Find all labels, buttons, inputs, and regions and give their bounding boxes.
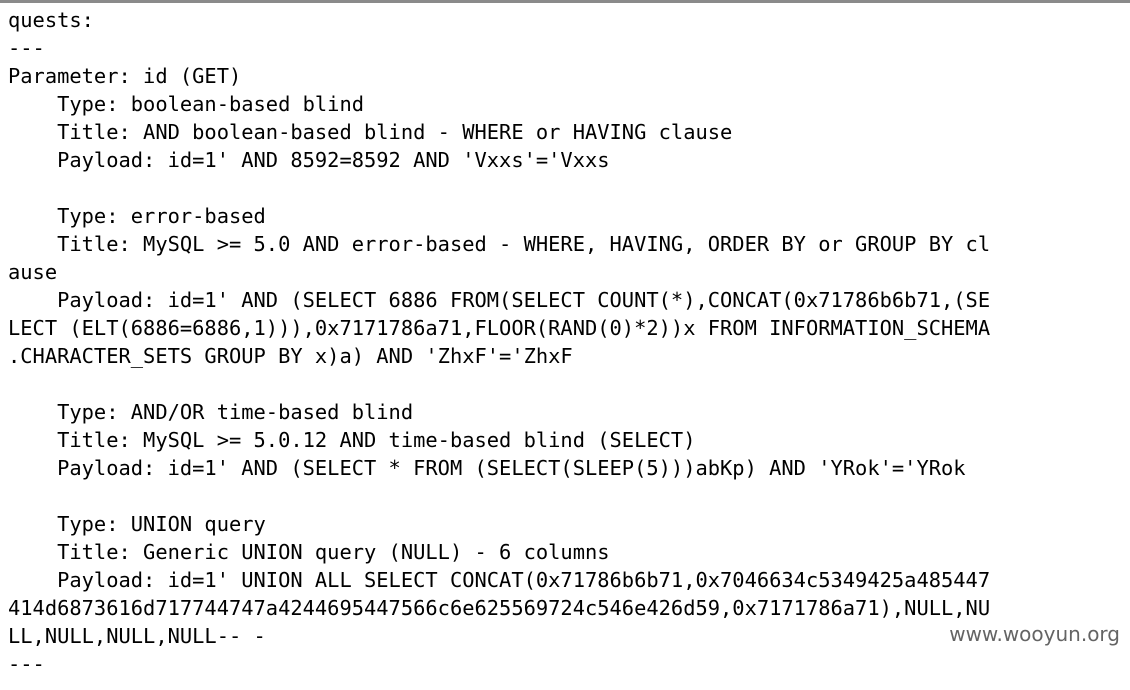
terminal-line: Title: Generic UNION query (NULL) - 6 co… — [8, 540, 610, 564]
terminal-line: LECT (ELT(6886=6886,1))),0x7171786a71,FL… — [8, 316, 991, 340]
terminal-line: 414d6873616d717744747a4244695447566c6e62… — [8, 596, 991, 620]
terminal-line: Payload: id=1' AND (SELECT 6886 FROM(SEL… — [8, 288, 991, 312]
watermark: www.wooyun.org — [949, 622, 1120, 646]
terminal-line: ause — [8, 260, 58, 284]
terminal-line: Title: MySQL >= 5.0 AND error-based - WH… — [8, 232, 991, 256]
terminal-line: Payload: id=1' UNION ALL SELECT CONCAT(0… — [8, 568, 991, 592]
terminal-line: Type: UNION query — [8, 512, 266, 536]
terminal-line: --- — [8, 36, 45, 60]
terminal-line: Type: AND/OR time-based blind — [8, 400, 414, 424]
terminal-line: --- — [8, 652, 45, 676]
terminal-output[interactable]: quests: --- Parameter: id (GET) Type: bo… — [8, 6, 1128, 678]
terminal-line: Payload: id=1' AND 8592=8592 AND 'Vxxs'=… — [8, 148, 610, 172]
terminal-line: quests: — [8, 8, 94, 32]
terminal-line: Parameter: id (GET) — [8, 64, 242, 88]
terminal-line: Type: error-based — [8, 204, 266, 228]
terminal-line: Payload: id=1' AND (SELECT * FROM (SELEC… — [8, 456, 966, 480]
terminal-line: Title: MySQL >= 5.0.12 AND time-based bl… — [8, 428, 696, 452]
terminal-line: .CHARACTER_SETS GROUP BY x)a) AND 'ZhxF'… — [8, 344, 573, 368]
window-top-border — [0, 0, 1130, 3]
terminal-line: Title: AND boolean-based blind - WHERE o… — [8, 120, 733, 144]
terminal-line: Type: boolean-based blind — [8, 92, 365, 116]
